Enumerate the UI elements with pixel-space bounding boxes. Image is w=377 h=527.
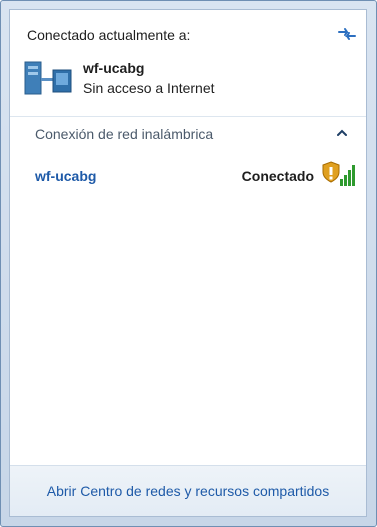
flyout-footer: Abrir Centro de redes y recursos compart…	[10, 465, 366, 516]
network-flyout: Conectado actualmente a: wf-ucabg Sin ac…	[0, 0, 377, 527]
network-computer-icon	[24, 61, 72, 95]
connected-header: Conectado actualmente a:	[27, 27, 191, 43]
current-network-name: wf-ucabg	[83, 60, 145, 76]
wifi-network-name: wf-ucabg	[35, 168, 97, 184]
refresh-button[interactable]	[336, 23, 358, 45]
chevron-up-icon	[337, 129, 347, 136]
open-network-center-link[interactable]: Abrir Centro de redes y recursos compart…	[47, 483, 329, 499]
wifi-network-state: Conectado	[241, 168, 314, 184]
wireless-group-header[interactable]: Conexión de red inalámbrica	[10, 117, 366, 149]
refresh-icon	[338, 28, 356, 40]
current-network-status: Sin acceso a Internet	[83, 80, 215, 96]
current-network: wf-ucabg Sin acceso a Internet	[23, 56, 323, 104]
wifi-signal-warning-icon	[322, 161, 355, 186]
collapse-button[interactable]	[334, 125, 350, 141]
wireless-group-label: Conexión de red inalámbrica	[35, 126, 214, 142]
wifi-network-row[interactable]: wf-ucabg Conectado	[10, 161, 366, 191]
